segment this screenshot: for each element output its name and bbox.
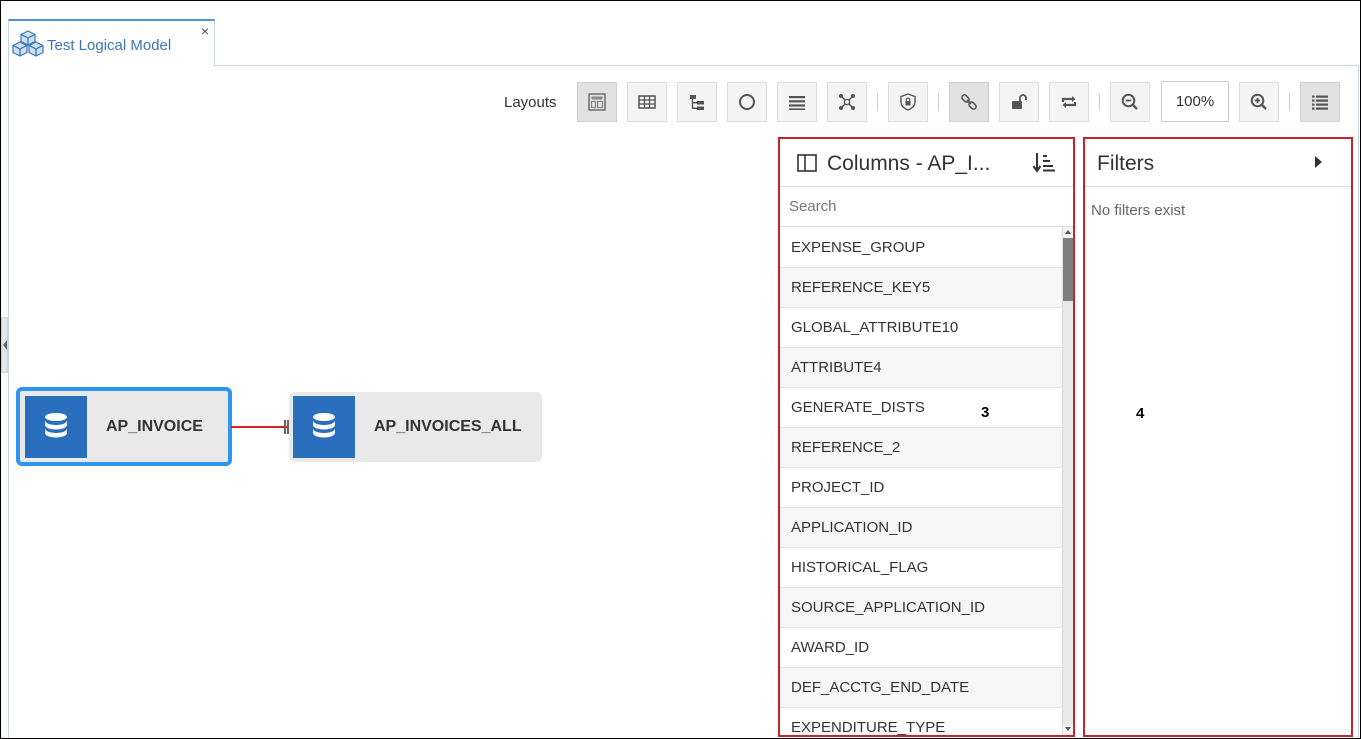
default-layout-button[interactable] xyxy=(577,82,617,122)
relationship-endpoint xyxy=(284,420,286,434)
annotation-3: 3 xyxy=(981,404,990,421)
organic-layout-button[interactable] xyxy=(827,82,867,122)
swap-button[interactable] xyxy=(1049,82,1089,122)
network-icon xyxy=(839,94,855,110)
columns-panel-highlight xyxy=(778,137,1075,737)
security-button[interactable] xyxy=(888,82,928,122)
zoom-out-button[interactable] xyxy=(1110,82,1150,122)
zoom-level-field[interactable]: 100% xyxy=(1161,81,1229,122)
tab-divider xyxy=(214,65,1359,66)
tree-icon xyxy=(690,95,704,110)
properties-button[interactable] xyxy=(1300,82,1340,122)
content-border-right xyxy=(1358,65,1359,738)
tab-label: Test Logical Model xyxy=(47,37,172,54)
link-button[interactable] xyxy=(949,82,989,122)
unlock-icon xyxy=(1012,94,1027,109)
zoom-out-icon xyxy=(1121,93,1138,110)
node-label: AP_INVOICES_ALL xyxy=(374,418,522,435)
toolbar-separator xyxy=(1099,93,1100,111)
filters-panel-highlight xyxy=(1083,137,1353,737)
toolbar-separator xyxy=(938,93,939,111)
toolbar-separator xyxy=(877,93,878,111)
collapse-arrow-icon xyxy=(3,340,7,350)
zoom-in-icon xyxy=(1250,93,1267,110)
circle-icon xyxy=(739,94,755,110)
database-icon xyxy=(25,395,87,458)
lines-icon xyxy=(789,96,805,110)
node-label: AP_INVOICE xyxy=(106,417,203,435)
tree-layout-button[interactable] xyxy=(677,82,717,122)
table-layout-button[interactable] xyxy=(627,82,667,122)
layouts-label: Layouts xyxy=(504,94,557,111)
list-layout-button[interactable] xyxy=(777,82,817,122)
close-icon[interactable]: × xyxy=(201,24,209,38)
swap-icon xyxy=(1061,96,1077,108)
left-panel-handle[interactable] xyxy=(1,317,8,373)
database-icon xyxy=(293,396,355,458)
link-icon xyxy=(961,94,977,110)
layout-icon xyxy=(588,93,606,111)
zoom-in-button[interactable] xyxy=(1239,82,1279,122)
app-window: Test Logical Model × Layouts 100% AP_INV… xyxy=(0,0,1361,739)
toolbar-separator xyxy=(1289,93,1290,111)
relationship-line[interactable] xyxy=(231,426,287,428)
table-icon xyxy=(638,95,656,109)
list-icon xyxy=(1312,95,1328,110)
cubes-icon xyxy=(12,30,44,57)
shield-lock-icon xyxy=(900,93,916,111)
content-border-left xyxy=(8,65,9,738)
node-ap-invoices-all[interactable]: AP_INVOICES_ALL xyxy=(289,392,542,462)
annotation-4: 4 xyxy=(1136,405,1145,422)
unlock-button[interactable] xyxy=(999,82,1039,122)
circle-layout-button[interactable] xyxy=(727,82,767,122)
tab-test-logical-model[interactable]: Test Logical Model × xyxy=(8,19,215,66)
node-ap-invoice[interactable]: AP_INVOICE xyxy=(16,387,232,466)
